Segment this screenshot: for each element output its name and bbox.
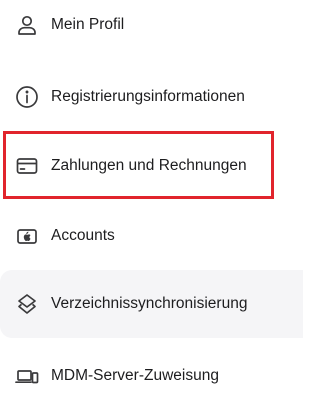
menu-item-label: Registrierungsinformationen (51, 88, 245, 105)
sidebar-menu: Mein Profil Registrierungsinformationen … (0, 0, 303, 418)
menu-item-mein-profil[interactable]: Mein Profil (0, 0, 303, 55)
menu-item-label: Verzeichnissynchronisierung (51, 295, 248, 312)
apple-account-icon (14, 223, 40, 249)
person-icon (14, 12, 40, 38)
credit-card-icon (14, 153, 40, 179)
info-circle-icon (14, 84, 40, 110)
laptop-phone-icon (14, 363, 40, 389)
menu-item-verzeichnissynchronisierung[interactable]: Verzeichnissynchronisierung (0, 270, 303, 338)
menu-item-label: Zahlungen und Rechnungen (51, 157, 247, 174)
menu-item-registrierungsinformationen[interactable]: Registrierungsinformationen (0, 67, 303, 127)
layers-sync-icon (14, 291, 40, 317)
menu-item-label: Mein Profil (51, 16, 125, 33)
menu-item-mdm-server-zuweisung[interactable]: MDM-Server-Zuweisung (0, 346, 303, 406)
menu-item-label: Accounts (51, 227, 115, 244)
menu-item-zahlungen-und-rechnungen[interactable]: Zahlungen und Rechnungen (0, 136, 303, 196)
menu-item-label: MDM-Server-Zuweisung (51, 367, 219, 384)
menu-item-accounts[interactable]: Accounts (0, 206, 303, 266)
